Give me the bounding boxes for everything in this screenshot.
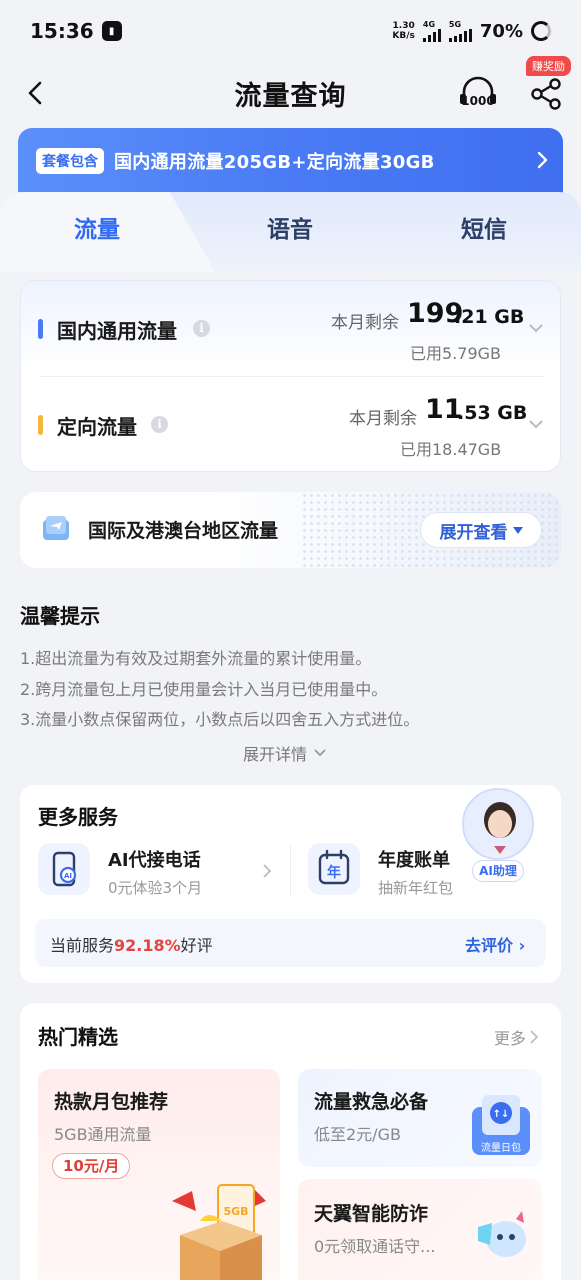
nav-header: 流量查询 1000 赚奖励	[0, 56, 581, 124]
network-speed: 1.30 KB/s	[392, 21, 415, 41]
flow-item-domestic[interactable]: 国内通用流量 i 本月剩余 199 .21 GB 已用5.79GB	[21, 281, 560, 376]
share-icon[interactable]	[528, 76, 564, 112]
chevron-down-icon	[529, 324, 543, 333]
ai-assistant-button[interactable]: AI助理	[458, 788, 538, 884]
notification-app-icon: ▮	[101, 21, 122, 41]
tab-voice[interactable]: 语音	[267, 210, 313, 244]
rating-text: 当前服务92.18%好评	[50, 936, 213, 955]
usage-tabs: 流量 语音 短信	[0, 192, 581, 272]
services-title: 更多服务	[38, 805, 118, 829]
remain-label: 本月剩余	[349, 409, 417, 429]
flow-item-directed[interactable]: 定向流量 i 本月剩余 11 .53 GB 已用18.47GB	[21, 377, 560, 471]
divider	[290, 845, 291, 897]
service-name: AI代接电话	[108, 850, 201, 871]
info-icon[interactable]: i	[193, 320, 210, 337]
svg-text:↑↓: ↑↓	[493, 1109, 510, 1120]
tip-item: 1.超出流量为有效及过期套外流量的累计使用量。	[20, 649, 372, 668]
flow-name: 国内通用流量	[57, 319, 177, 343]
service-rating-bar: 当前服务92.18%好评 去评价 ›	[35, 919, 546, 967]
promo-title: 天翼智能防诈	[314, 1203, 429, 1225]
svg-text:流量日包: 流量日包	[481, 1141, 521, 1154]
expand-details-link[interactable]: 展开详情	[243, 741, 327, 765]
data-usage-card: 国内通用流量 i 本月剩余 199 .21 GB 已用5.79GB 定向流量 i…	[20, 280, 561, 472]
used-amount: 已用18.47GB	[400, 440, 502, 459]
remain-decimal: .21 GB	[454, 306, 525, 328]
page-title: 流量查询	[234, 80, 347, 112]
remain-decimal: .53 GB	[457, 402, 528, 424]
expand-view-button[interactable]: 展开查看	[420, 512, 542, 548]
remain-label: 本月剩余	[331, 313, 399, 333]
promo-sub: 5GB通用流量	[54, 1125, 152, 1144]
battery-percent: 70%	[479, 20, 523, 42]
hot-picks-card: 热门精选 更多 热款月包推荐 5GB通用流量 10元/月 5GB 流量救急必备 …	[20, 1003, 561, 1280]
svg-text:5GB: 5GB	[223, 1205, 248, 1218]
chevron-right-icon	[537, 151, 548, 169]
tip-item: 2.跨月流量包上月已使用量会计入当月已使用量中。	[20, 680, 388, 699]
status-bar: 15:36 ▮ 1.30 KB/s 4G 5G 70%	[0, 0, 581, 62]
plan-banner[interactable]: 套餐包含 国内通用流量205GB+定向流量30GB	[18, 128, 563, 198]
flow-color-bar	[38, 319, 43, 339]
caret-down-icon	[512, 526, 523, 534]
battery-icon	[531, 21, 551, 41]
daily-pack-icon: ↑↓ 流量日包	[472, 1095, 530, 1155]
service-name: 年度账单	[378, 850, 450, 871]
status-indicators: 1.30 KB/s 4G 5G 70%	[392, 20, 551, 42]
intl-title: 国际及港澳台地区流量	[88, 520, 279, 542]
chevron-down-icon	[529, 420, 543, 429]
promo-anti-fraud[interactable]: 天翼智能防诈 0元领取通话守...	[298, 1179, 542, 1280]
gift-box-icon: 5GB	[172, 1184, 266, 1280]
chevron-right-icon	[263, 864, 272, 878]
plan-tag: 套餐包含	[36, 148, 104, 174]
more-link[interactable]: 更多	[494, 1025, 539, 1049]
plane-icon	[43, 516, 69, 540]
promo-title: 热款月包推荐	[54, 1091, 169, 1113]
promo-sub: 低至2元/GB	[314, 1125, 401, 1144]
chevron-right-icon	[530, 1030, 539, 1044]
signal-5g-icon: 5G	[448, 20, 472, 42]
customer-service-10000-icon[interactable]: 1000	[456, 72, 500, 116]
ai-assistant-label: AI助理	[472, 860, 524, 882]
promo-sub: 0元领取通话守...	[314, 1237, 436, 1256]
signal-4g-icon: 4G	[422, 20, 441, 42]
tab-sms[interactable]: 短信	[461, 210, 507, 244]
promo-emergency-data[interactable]: 流量救急必备 低至2元/GB ↑↓ 流量日包	[298, 1069, 542, 1167]
chevron-left-icon[interactable]	[22, 78, 50, 108]
plan-summary: 国内通用流量205GB+定向流量30GB	[114, 152, 435, 173]
phone-ai-icon: AI	[38, 843, 90, 895]
guardian-mascot-icon	[478, 1211, 526, 1257]
flow-name: 定向流量	[57, 415, 137, 439]
flow-color-bar	[38, 415, 43, 435]
service-sub: 抽新年红包	[378, 879, 454, 897]
service-sub: 0元体验3个月	[108, 879, 203, 897]
promo-monthly-package[interactable]: 热款月包推荐 5GB通用流量 10元/月 5GB	[38, 1069, 280, 1280]
used-amount: 已用5.79GB	[410, 344, 502, 363]
rate-link[interactable]: 去评价 ›	[465, 932, 525, 956]
chevron-down-icon	[314, 749, 326, 757]
calendar-icon: 年	[308, 843, 360, 895]
international-roaming-card[interactable]: 国际及港澳台地区流量 展开查看	[20, 492, 561, 568]
tip-item: 3.流量小数点保留两位，小数点后以四舍五入方式进位。	[20, 710, 420, 729]
svg-text:年: 年	[327, 864, 341, 881]
svg-text:1000: 1000	[461, 94, 494, 108]
svg-text:AI: AI	[64, 872, 72, 880]
reward-badge[interactable]: 赚奖励	[526, 56, 571, 76]
hot-title: 热门精选	[38, 1025, 118, 1049]
promo-price: 10元/月	[52, 1153, 131, 1179]
assistant-avatar	[462, 788, 534, 860]
tab-data[interactable]: 流量	[74, 210, 120, 244]
info-icon[interactable]: i	[151, 416, 168, 433]
tips-title: 温馨提示	[20, 604, 100, 628]
promo-title: 流量救急必备	[314, 1091, 429, 1113]
status-time: 15:36	[30, 19, 94, 43]
